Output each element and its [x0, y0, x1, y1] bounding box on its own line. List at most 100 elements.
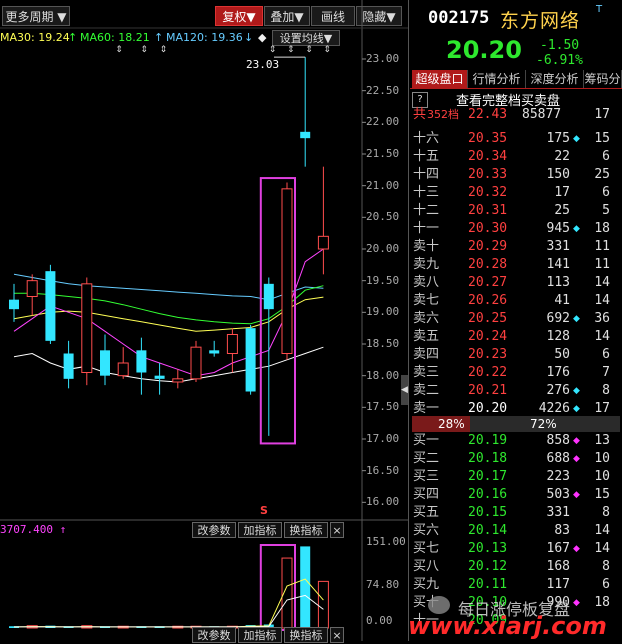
ask-volume: 276: [546, 383, 570, 398]
bid-price: 20.16: [468, 487, 508, 502]
bid-row[interactable]: 买一 20.19 858 ◆ 13: [410, 432, 622, 450]
price-tick-label: 16.50: [366, 463, 400, 477]
bid-level-label: 买五: [413, 505, 440, 520]
volume-bar: [317, 580, 329, 629]
signal-marker-icon: ⇕: [287, 45, 295, 55]
close-indicator-button[interactable]: ×: [330, 522, 344, 538]
volume-tick-mid: 74.80: [366, 578, 400, 591]
bid-row[interactable]: 买五 20.15 331 8: [410, 504, 622, 522]
signal-marker-icon: ⇕: [323, 45, 331, 55]
candle-body: [245, 328, 256, 392]
price-tick-label: 21.00: [366, 178, 400, 192]
buy-ratio-label: 72%: [530, 417, 557, 431]
ask-volume: 141: [546, 257, 570, 272]
volume-value-text: 3707.400: [0, 523, 53, 536]
bid-volume: 168: [546, 559, 570, 574]
ask-price: 20.35: [468, 131, 508, 146]
ask-price: 20.25: [468, 311, 508, 326]
volume-ma-line: [13, 578, 324, 628]
ask-order-count: 8: [602, 383, 610, 398]
ask-price: 20.33: [468, 167, 508, 182]
bid-order-count: 15: [594, 487, 610, 502]
bid-row[interactable]: 买七 20.13 167 ◆ 14: [410, 540, 622, 558]
tab-chips[interactable]: 筹码分: [584, 70, 622, 88]
ask-price: 20.27: [468, 275, 508, 290]
ask-order-count: 36: [594, 311, 610, 326]
signal-marker-icon: ⇕: [305, 45, 313, 55]
stock-name: 东方网络: [500, 10, 581, 32]
price-tick-label: 19.00: [366, 305, 400, 319]
ask-price: 20.29: [468, 239, 508, 254]
price-tick-label: 18.50: [366, 337, 400, 350]
bid-price: 20.13: [468, 541, 508, 556]
bid-price: 20.14: [468, 523, 508, 538]
price-tick-label: 16.00: [366, 495, 400, 509]
bid-order-count: 8: [602, 505, 610, 520]
change-params-button[interactable]: 改参数: [192, 522, 236, 538]
candle-body: [281, 188, 293, 354]
bid-volume: 688: [546, 451, 570, 466]
ask-row[interactable]: 卖二 20.21 276 ◆ 8: [410, 382, 622, 400]
cyan-diamond-icon: ◆: [573, 134, 580, 144]
price-tick-label: 17.00: [366, 432, 400, 445]
bid-row[interactable]: 买三 20.17 223 10: [410, 468, 622, 486]
ask-row[interactable]: 卖四 20.23 50 6: [410, 346, 622, 364]
ask-row[interactable]: 十二 20.31 25 5: [410, 202, 622, 220]
ask-row[interactable]: 十五 20.34 22 6: [410, 148, 622, 166]
ask-row[interactable]: 卖六 20.25 692 ◆ 36: [410, 310, 622, 328]
ask-row[interactable]: 卖十 20.29 331 11: [410, 238, 622, 256]
bid-volume: 858: [546, 433, 570, 448]
volume-ma-line-2: [14, 594, 324, 628]
sell-ratio-label: 28%: [438, 417, 465, 431]
ask-order-count: 14: [594, 293, 610, 308]
tab-market-analysis[interactable]: 行情分析: [468, 70, 526, 88]
ask-volume: 17: [554, 185, 570, 200]
ask-order-count: 25: [594, 167, 610, 182]
ask-row[interactable]: 卖五 20.24 128 14: [410, 328, 622, 346]
bid-row[interactable]: 买四 20.16 503 ◆ 15: [410, 486, 622, 504]
ask-order-count: 15: [594, 131, 610, 146]
ask-volume: 41: [554, 293, 570, 308]
ask-order-count: 11: [594, 239, 610, 254]
bid-volume: 331: [546, 505, 570, 520]
summary-label: 共: [413, 107, 427, 122]
ask-price: 20.26: [468, 293, 508, 308]
ask-row[interactable]: 十三 20.32 17 6: [410, 184, 622, 202]
ask-volume: 50: [554, 347, 570, 362]
bid-row[interactable]: 买二 20.18 688 ◆ 10: [410, 450, 622, 468]
bid-row[interactable]: 买八 20.12 168 8: [410, 558, 622, 576]
bid-volume: 503: [546, 487, 570, 502]
bid-row[interactable]: 买九 20.11 117 6: [410, 576, 622, 594]
stock-code: 002175: [428, 8, 490, 28]
ask-volume: 945: [546, 221, 570, 236]
ask-level-label: 卖十: [413, 239, 440, 254]
ask-row[interactable]: 卖八 20.27 113 14: [410, 274, 622, 292]
bid-row[interactable]: 买六 20.14 83 14: [410, 522, 622, 540]
summary-volume: 85877: [522, 107, 562, 122]
signal-marker-icon: ⇕: [269, 45, 277, 55]
watermark-site: www.xiarj.com: [408, 612, 607, 640]
bid-volume: 83: [554, 523, 570, 538]
ask-row[interactable]: 卖三 20.22 176 7: [410, 364, 622, 382]
ask-level-label: 卖三: [413, 365, 440, 380]
price-tick-label: 22.50: [366, 83, 400, 97]
ask-order-count: 6: [602, 185, 610, 200]
volume-value-label: 3707.400 ↑: [0, 523, 66, 536]
candle-body: [190, 346, 202, 380]
panel-collapse-handle[interactable]: ◀: [401, 375, 408, 405]
ask-row[interactable]: 卖七 20.26 41 14: [410, 292, 622, 310]
switch-indicator-button[interactable]: 换指标: [284, 522, 328, 538]
bid-order-count: 10: [594, 469, 610, 484]
ask-row[interactable]: 十一 20.30 945 ◆ 18: [410, 220, 622, 238]
ask-row[interactable]: 卖九 20.28 141 11: [410, 256, 622, 274]
add-indicator-button[interactable]: 加指标: [238, 522, 282, 538]
tab-super-book[interactable]: 超级盘口: [412, 70, 468, 88]
tab-deep-analysis[interactable]: 深度分析: [526, 70, 584, 88]
stock-change: -1.50: [540, 38, 580, 53]
ask-row[interactable]: 十六 20.35 175 ◆ 15: [410, 130, 622, 148]
bid-volume: 167: [546, 541, 570, 556]
ask-row[interactable]: 十四 20.33 150 25: [410, 166, 622, 184]
cyan-diamond-icon: ◆: [573, 224, 580, 234]
price-tick-label: 23.00: [366, 52, 400, 65]
cyan-diamond-icon: ◆: [573, 314, 580, 324]
